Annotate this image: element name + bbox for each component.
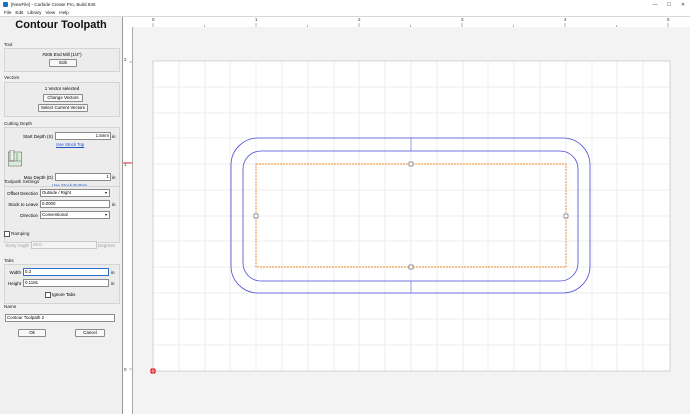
menu-view[interactable]: View [45,10,55,15]
maximize-button[interactable]: ☐ [662,0,676,9]
ruler-label-x2: 2 [358,17,361,22]
cancel-button[interactable]: Cancel [75,329,105,337]
menu-edit[interactable]: Edit [15,10,23,15]
left-ruler: 2 1 0 [123,27,133,414]
offset-direction-value: Outside / Right [42,190,72,195]
origin-marker [150,368,156,374]
left-ruler-marker [123,61,132,370]
tabs-section-label: Tabs [4,258,14,263]
depth-diagram-icon [8,150,22,167]
ignore-tabs-label: Ignore Tabs [52,292,76,297]
cutting-depth-section-label: Cutting Depth [4,121,33,126]
tool-box: #205 End Mill (1/4") Edit [4,48,120,72]
menu-bar: File Edit Library View Help [0,9,690,17]
ignore-tabs-checkbox[interactable] [45,292,51,298]
tab-width-unit: in [111,270,115,275]
tool-name: #205 End Mill (1/4") [42,52,82,57]
stock-to-leave-unit: in [112,202,116,207]
ramping-checkbox[interactable] [4,231,10,237]
direction-select[interactable]: Conventional ▾ [40,211,110,219]
start-depth-input[interactable]: 1.5mm [55,132,111,140]
contour-toolpath-panel: Contour Toolpath Tool #205 End Mill (1/4… [0,17,123,414]
entry-angle-unit: Degrees [98,243,116,248]
stock-to-leave-input[interactable]: 0.0000 [40,200,110,208]
tabs-box: Width 0.3 in Height 0.1181 in Ignore Tab… [4,264,120,304]
direction-value: Conventional [42,212,68,217]
app-icon [3,2,8,7]
stock-to-leave-label: Stock to Leave [8,202,38,207]
design-canvas[interactable] [133,27,690,414]
window-controls: — ☐ ✕ [648,0,690,9]
toolpath-settings-section-label: Toolpath Settings [4,179,40,184]
select-current-vectors-button[interactable]: Select Current Vectors [38,104,88,112]
vectors-status: 1 Vector selected [44,86,80,91]
chevron-down-icon: ▾ [104,212,107,217]
edit-tool-button[interactable]: Edit [49,59,77,67]
ruler-label-x4: 4 [564,17,567,22]
ruler-label-x0: 0 [152,17,155,22]
vectors-box: 1 Vector selected Change Vectors Select … [4,82,120,117]
max-depth-input[interactable]: 1 [55,173,111,181]
entry-angle-input[interactable]: 20.0 [31,241,97,249]
start-depth-label: Start Depth (S) [22,134,53,139]
ruler-label-x1: 1 [255,17,258,22]
use-stock-top-link[interactable]: Use Stock Top [56,142,84,147]
max-depth-unit: in [112,175,116,180]
tab-width-input[interactable]: 0.3 [23,268,109,276]
vectors-section-label: Vectors [4,75,20,80]
tab-height-unit: in [111,281,115,286]
window-title: [NewFile] - Carbide Create Pro, Build 84… [11,2,96,7]
ruler-label-x3: 3 [461,17,464,22]
minimize-button[interactable]: — [648,0,662,9]
top-ruler-ticks [152,23,669,27]
ramping-label: Ramping [11,231,30,236]
offset-direction-select[interactable]: Outside / Right ▾ [40,189,110,197]
ruler-label-x5: 5 [667,17,670,22]
offset-direction-label: Offset Direction [7,191,38,196]
toolpath-name-input[interactable]: Contour Toolpath 2 [5,314,115,322]
start-depth-unit: in [112,134,116,139]
title-bar: [NewFile] - Carbide Create Pro, Build 84… [0,0,690,9]
chevron-down-icon: ▾ [104,190,107,195]
tool-section-label: Tool [4,42,13,47]
name-section-label: Name [4,304,17,309]
menu-file[interactable]: File [4,10,11,15]
close-button[interactable]: ✕ [676,0,690,9]
tab-height-input[interactable]: 0.1181 [23,279,109,287]
menu-library[interactable]: Library [27,10,41,15]
ok-button[interactable]: Ok [18,329,46,337]
tab-height-label: Height [7,281,21,286]
canvas-drawing [150,60,671,374]
menu-help[interactable]: Help [59,10,68,15]
change-vectors-button[interactable]: Change Vectors [43,94,83,102]
tab-width-label: Width [9,270,21,275]
panel-title: Contour Toolpath [15,19,107,31]
direction-label: Direction [20,213,38,218]
entry-angle-label: Entry Angle [5,243,29,248]
